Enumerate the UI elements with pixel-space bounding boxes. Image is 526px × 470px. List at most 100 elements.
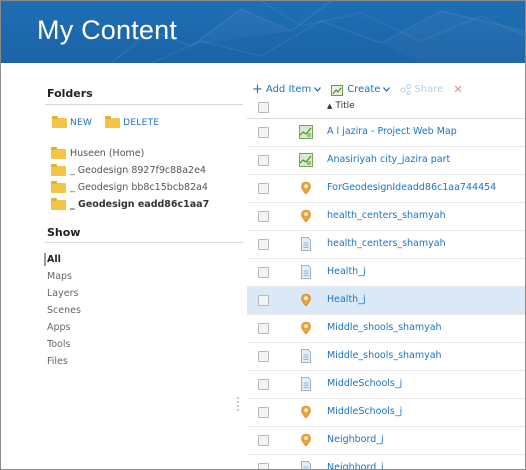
row-checkbox[interactable]: [258, 463, 269, 469]
show-item-label: Apps: [47, 322, 71, 333]
table-row-highlighted[interactable]: Health_j: [247, 287, 525, 315]
row-checkbox[interactable]: [258, 267, 269, 278]
table-row[interactable]: Middle_shools_shamyah: [247, 343, 525, 371]
row-checkbox[interactable]: [258, 351, 269, 362]
show-filter-list: All Maps Layers Scenes Apps Tools Files: [44, 251, 81, 370]
table-header: ▲ Title: [247, 97, 525, 119]
row-checkbox[interactable]: [258, 183, 269, 194]
show-item-scenes[interactable]: Scenes: [47, 302, 81, 319]
feature-layer-icon: [301, 405, 311, 419]
feature-layer-icon: [301, 181, 311, 195]
plus-icon: +: [252, 81, 263, 97]
item-title-link[interactable]: Health_j: [327, 294, 366, 305]
item-title-link[interactable]: MiddleSchools_j: [327, 378, 402, 389]
item-title-link[interactable]: Health_j: [327, 266, 366, 277]
web-map-icon: [299, 153, 313, 167]
show-item-label: Tools: [47, 339, 71, 350]
pane-resize-handle[interactable]: [237, 397, 241, 411]
folder-actions: NEW DELETE: [52, 116, 169, 131]
show-item-label: All: [47, 254, 61, 265]
table-row[interactable]: Anasiriyah city_jazira part: [247, 147, 525, 175]
row-checkbox[interactable]: [258, 435, 269, 446]
folder-icon: [51, 180, 66, 193]
delete-folder-icon: [105, 116, 121, 128]
item-title-link[interactable]: ForGeodesignIdeadd86c1aa744454: [327, 182, 496, 193]
table-row[interactable]: Neighbord_j: [247, 455, 525, 469]
table-row[interactable]: MiddleSchools_j: [247, 399, 525, 427]
item-title-link[interactable]: health_centers_shamyah: [327, 210, 446, 221]
row-checkbox[interactable]: [258, 379, 269, 390]
create-icon: [331, 84, 344, 96]
item-title-link[interactable]: A l jazira - Project Web Map: [327, 126, 457, 137]
table-row[interactable]: ForGeodesignIdeadd86c1aa744454: [247, 175, 525, 203]
file-icon: [301, 377, 311, 391]
create-label: Create: [347, 84, 381, 95]
new-folder-icon: [52, 116, 67, 128]
item-title-link[interactable]: Middle_shools_shamyah: [327, 350, 442, 361]
table-row[interactable]: Middle_shools_shamyah: [247, 315, 525, 343]
create-button[interactable]: Create: [331, 84, 391, 96]
select-all-checkbox[interactable]: [258, 102, 269, 113]
show-item-apps[interactable]: Apps: [47, 319, 81, 336]
table-row[interactable]: MiddleSchools_j: [247, 371, 525, 399]
folder-label: _ Geodesign bb8c15bcb82a4: [70, 182, 208, 193]
title-column-header[interactable]: ▲ Title: [327, 101, 355, 111]
delete-folder-button[interactable]: DELETE: [105, 116, 160, 128]
folder-label: _ Geodesign 8927f9c88a2e4: [70, 165, 206, 176]
show-item-label: Files: [47, 356, 68, 367]
folder-icon: [51, 197, 66, 210]
item-title-link[interactable]: Neighbord_j: [327, 462, 384, 469]
folder-item-home[interactable]: Huseen (Home): [51, 145, 209, 162]
table-row[interactable]: A l jazira - Project Web Map: [247, 119, 525, 147]
item-title-link[interactable]: health_centers_shamyah: [327, 238, 446, 249]
item-title-link[interactable]: Anasiriyah city_jazira part: [327, 154, 450, 165]
table-row[interactable]: health_centers_shamyah: [247, 231, 525, 259]
show-item-maps[interactable]: Maps: [47, 268, 81, 285]
delete-icon[interactable]: ✕: [453, 83, 462, 96]
content-toolbar: + Add Item Create Share ✕: [252, 81, 463, 97]
row-checkbox[interactable]: [258, 407, 269, 418]
file-icon: [301, 237, 311, 251]
chevron-down-icon: [314, 87, 322, 92]
item-title-link[interactable]: Neighbord_j: [327, 434, 384, 445]
show-item-tools[interactable]: Tools: [47, 336, 81, 353]
new-folder-button[interactable]: NEW: [52, 116, 92, 128]
item-title-link[interactable]: MiddleSchools_j: [327, 406, 402, 417]
row-checkbox[interactable]: [258, 323, 269, 334]
content-table: ▲ Title A l jazira - Project Web Map Anas…: [247, 97, 525, 469]
delete-folder-label: DELETE: [123, 118, 160, 128]
table-row[interactable]: Health_j: [247, 259, 525, 287]
folder-item-geodesign-1[interactable]: _ Geodesign 8927f9c88a2e4: [51, 162, 209, 179]
show-item-label: Maps: [47, 271, 72, 282]
row-checkbox[interactable]: [258, 127, 269, 138]
row-checkbox[interactable]: [258, 295, 269, 306]
show-divider: [45, 242, 243, 243]
row-checkbox[interactable]: [258, 239, 269, 250]
file-icon: [301, 265, 311, 279]
show-item-all[interactable]: All: [44, 251, 81, 268]
title-header-label: Title: [335, 101, 355, 111]
row-checkbox[interactable]: [258, 211, 269, 222]
add-item-button[interactable]: + Add Item: [252, 81, 322, 97]
folder-label: Huseen (Home): [70, 148, 145, 159]
web-map-icon: [299, 125, 313, 139]
share-button[interactable]: Share: [400, 84, 443, 95]
item-title-link[interactable]: Middle_shools_shamyah: [327, 322, 442, 333]
feature-layer-icon: [301, 433, 311, 447]
share-icon: [400, 84, 412, 95]
folder-icon: [51, 163, 66, 176]
page-header: My Content: [1, 1, 525, 63]
share-label: Share: [414, 84, 444, 95]
chevron-down-icon: [383, 87, 391, 92]
row-checkbox[interactable]: [258, 155, 269, 166]
table-row[interactable]: health_centers_shamyah: [247, 203, 525, 231]
show-item-files[interactable]: Files: [47, 353, 81, 370]
folder-item-geodesign-2[interactable]: _ Geodesign bb8c15bcb82a4: [51, 179, 209, 196]
table-row[interactable]: Neighbord_j: [247, 427, 525, 455]
show-item-layers[interactable]: Layers: [47, 285, 81, 302]
page-title: My Content: [37, 15, 178, 45]
folder-item-geodesign-3[interactable]: _ Geodesign eadd86c1aa7: [51, 196, 209, 213]
feature-layer-icon: [301, 209, 311, 223]
show-item-label: Scenes: [47, 305, 81, 316]
show-heading: Show: [47, 226, 81, 239]
